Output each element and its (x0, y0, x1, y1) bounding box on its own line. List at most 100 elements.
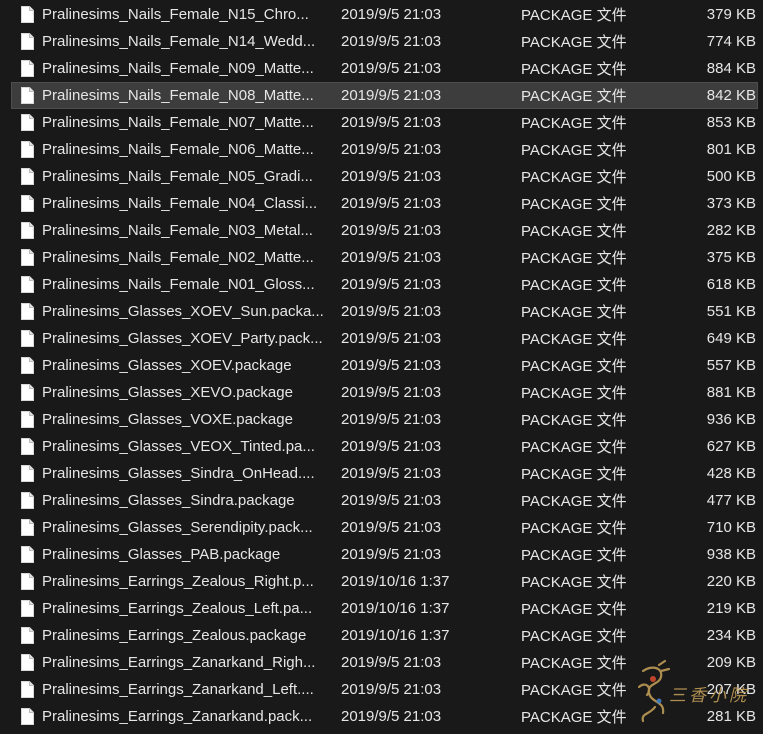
file-row[interactable]: Pralinesims_Glasses_VEOX_Tinted.pa... 20… (11, 433, 758, 460)
file-row[interactable]: Pralinesims_Earrings_Zealous_Left.pa... … (11, 595, 758, 622)
file-icon (21, 357, 34, 374)
file-size: 551 KB (671, 303, 756, 320)
file-date-modified: 2019/10/16 1:37 (335, 573, 521, 590)
file-size: 281 KB (671, 708, 756, 725)
file-type: PACKAGE 文件 (521, 247, 671, 268)
file-name: Pralinesims_Glasses_XEVO.package (42, 384, 335, 401)
file-name: Pralinesims_Earrings_Zanarkand_Righ... (42, 654, 335, 671)
file-size: 853 KB (671, 114, 756, 131)
file-date-modified: 2019/10/16 1:37 (335, 627, 521, 644)
file-row[interactable]: Pralinesims_Nails_Female_N14_Wedd... 201… (11, 28, 758, 55)
file-list: Pralinesims_Nails_Female_N15_Chro... 201… (0, 0, 763, 731)
file-type: PACKAGE 文件 (521, 625, 671, 646)
file-size: 379 KB (671, 6, 756, 23)
file-name: Pralinesims_Earrings_Zealous_Left.pa... (42, 600, 335, 617)
file-date-modified: 2019/9/5 21:03 (335, 6, 521, 23)
file-row[interactable]: Pralinesims_Nails_Female_N02_Matte... 20… (11, 244, 758, 271)
file-row[interactable]: Pralinesims_Nails_Female_N07_Matte... 20… (11, 109, 758, 136)
file-date-modified: 2019/9/5 21:03 (335, 276, 521, 293)
file-size: 373 KB (671, 195, 756, 212)
file-name: Pralinesims_Glasses_XOEV.package (42, 357, 335, 374)
file-row[interactable]: Pralinesims_Glasses_XOEV.package 2019/9/… (11, 352, 758, 379)
file-name: Pralinesims_Nails_Female_N08_Matte... (42, 87, 335, 104)
file-row[interactable]: Pralinesims_Nails_Female_N09_Matte... 20… (11, 55, 758, 82)
file-type: PACKAGE 文件 (521, 139, 671, 160)
file-row[interactable]: Pralinesims_Glasses_Serendipity.pack... … (11, 514, 758, 541)
file-type: PACKAGE 文件 (521, 679, 671, 700)
file-icon (21, 627, 34, 644)
file-icon (21, 303, 34, 320)
file-row[interactable]: Pralinesims_Nails_Female_N04_Classi... 2… (11, 190, 758, 217)
file-date-modified: 2019/9/5 21:03 (335, 357, 521, 374)
file-size: 282 KB (671, 222, 756, 239)
file-date-modified: 2019/10/16 1:37 (335, 600, 521, 617)
file-row[interactable]: Pralinesims_Glasses_PAB.package 2019/9/5… (11, 541, 758, 568)
file-row[interactable]: Pralinesims_Nails_Female_N03_Metal... 20… (11, 217, 758, 244)
file-type: PACKAGE 文件 (521, 31, 671, 52)
file-row[interactable]: Pralinesims_Earrings_Zanarkand_Righ... 2… (11, 649, 758, 676)
file-type: PACKAGE 文件 (521, 409, 671, 430)
file-type: PACKAGE 文件 (521, 517, 671, 538)
file-size: 477 KB (671, 492, 756, 509)
file-row[interactable]: Pralinesims_Glasses_Sindra.package 2019/… (11, 487, 758, 514)
file-size: 219 KB (671, 600, 756, 617)
file-name: Pralinesims_Nails_Female_N02_Matte... (42, 249, 335, 266)
file-type: PACKAGE 文件 (521, 58, 671, 79)
file-date-modified: 2019/9/5 21:03 (335, 141, 521, 158)
file-icon (21, 438, 34, 455)
file-row[interactable]: Pralinesims_Glasses_VOXE.package 2019/9/… (11, 406, 758, 433)
file-size: 801 KB (671, 141, 756, 158)
file-row[interactable]: Pralinesims_Glasses_XOEV_Party.pack... 2… (11, 325, 758, 352)
file-date-modified: 2019/9/5 21:03 (335, 411, 521, 428)
file-icon (21, 168, 34, 185)
file-row[interactable]: Pralinesims_Nails_Female_N05_Gradi... 20… (11, 163, 758, 190)
file-icon (21, 114, 34, 131)
file-type: PACKAGE 文件 (521, 652, 671, 673)
file-type: PACKAGE 文件 (521, 598, 671, 619)
file-row[interactable]: Pralinesims_Nails_Female_N15_Chro... 201… (11, 1, 758, 28)
file-date-modified: 2019/9/5 21:03 (335, 330, 521, 347)
file-icon (21, 492, 34, 509)
file-row[interactable]: Pralinesims_Earrings_Zealous.package 201… (11, 622, 758, 649)
file-date-modified: 2019/9/5 21:03 (335, 222, 521, 239)
file-row[interactable]: Pralinesims_Nails_Female_N01_Gloss... 20… (11, 271, 758, 298)
file-date-modified: 2019/9/5 21:03 (335, 681, 521, 698)
file-name: Pralinesims_Nails_Female_N01_Gloss... (42, 276, 335, 293)
file-name: Pralinesims_Nails_Female_N15_Chro... (42, 6, 335, 23)
file-name: Pralinesims_Glasses_XOEV_Sun.packa... (42, 303, 335, 320)
file-row[interactable]: Pralinesims_Glasses_Sindra_OnHead.... 20… (11, 460, 758, 487)
file-date-modified: 2019/9/5 21:03 (335, 546, 521, 563)
file-name: Pralinesims_Glasses_Sindra.package (42, 492, 335, 509)
file-type: PACKAGE 文件 (521, 382, 671, 403)
file-size: 881 KB (671, 384, 756, 401)
file-icon (21, 681, 34, 698)
file-size: 618 KB (671, 276, 756, 293)
file-icon (21, 384, 34, 401)
file-row[interactable]: Pralinesims_Glasses_XEVO.package 2019/9/… (11, 379, 758, 406)
file-icon (21, 708, 34, 725)
file-icon (21, 222, 34, 239)
file-size: 774 KB (671, 33, 756, 50)
file-type: PACKAGE 文件 (521, 85, 671, 106)
file-size: 649 KB (671, 330, 756, 347)
file-row[interactable]: Pralinesims_Earrings_Zanarkand_Left.... … (11, 676, 758, 703)
file-date-modified: 2019/9/5 21:03 (335, 654, 521, 671)
file-date-modified: 2019/9/5 21:03 (335, 708, 521, 725)
file-row[interactable]: Pralinesims_Earrings_Zanarkand.pack... 2… (11, 703, 758, 730)
file-row[interactable]: Pralinesims_Glasses_XOEV_Sun.packa... 20… (11, 298, 758, 325)
file-name: Pralinesims_Nails_Female_N14_Wedd... (42, 33, 335, 50)
file-name: Pralinesims_Nails_Female_N07_Matte... (42, 114, 335, 131)
file-row[interactable]: Pralinesims_Earrings_Zealous_Right.p... … (11, 568, 758, 595)
file-date-modified: 2019/9/5 21:03 (335, 438, 521, 455)
file-type: PACKAGE 文件 (521, 4, 671, 25)
file-row[interactable]: Pralinesims_Nails_Female_N08_Matte... 20… (11, 82, 758, 109)
file-size: 209 KB (671, 654, 756, 671)
file-icon (21, 465, 34, 482)
file-size: 938 KB (671, 546, 756, 563)
file-icon (21, 141, 34, 158)
file-icon (21, 195, 34, 212)
file-row[interactable]: Pralinesims_Nails_Female_N06_Matte... 20… (11, 136, 758, 163)
file-name: Pralinesims_Nails_Female_N04_Classi... (42, 195, 335, 212)
file-type: PACKAGE 文件 (521, 463, 671, 484)
file-type: PACKAGE 文件 (521, 220, 671, 241)
